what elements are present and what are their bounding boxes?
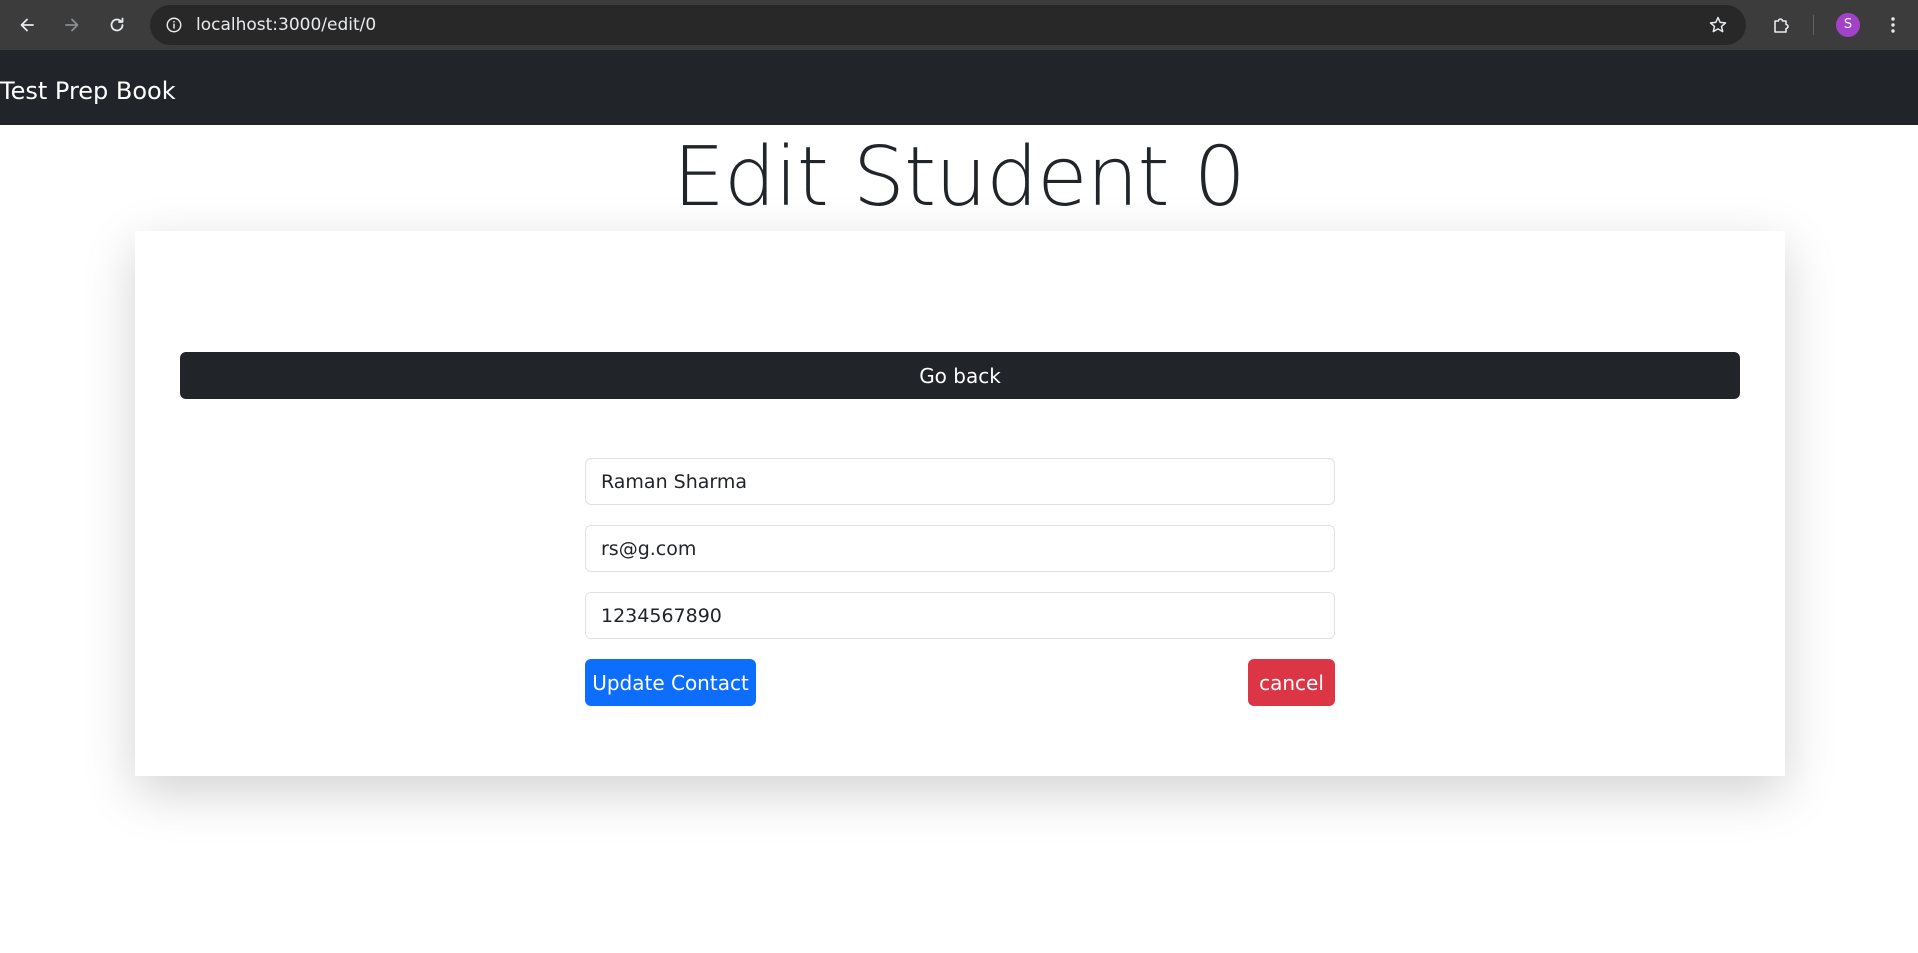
back-button[interactable] bbox=[11, 9, 43, 41]
star-icon[interactable] bbox=[1706, 13, 1730, 37]
update-contact-button[interactable]: Update Contact bbox=[585, 659, 756, 706]
edit-card: Go back Update Contact cancel bbox=[135, 231, 1785, 776]
browser-menu-button[interactable] bbox=[1877, 9, 1909, 41]
browser-toolbar: localhost:3000/edit/0 S bbox=[0, 0, 1918, 50]
form-actions: Update Contact cancel bbox=[585, 659, 1335, 706]
app-navbar: Test Prep Book bbox=[0, 50, 1918, 125]
info-icon[interactable] bbox=[162, 13, 186, 37]
url-text[interactable]: localhost:3000/edit/0 bbox=[196, 5, 376, 45]
go-back-button[interactable]: Go back bbox=[180, 352, 1740, 399]
reload-button[interactable] bbox=[101, 9, 133, 41]
arrow-left-icon bbox=[20, 18, 34, 32]
profile-button[interactable]: S bbox=[1832, 9, 1864, 41]
phone-field[interactable] bbox=[585, 592, 1335, 639]
extensions-button[interactable] bbox=[1765, 9, 1797, 41]
edit-student-form: Update Contact cancel bbox=[585, 458, 1335, 706]
toolbar-divider bbox=[1813, 15, 1814, 35]
cancel-button[interactable]: cancel bbox=[1248, 659, 1335, 706]
kebab-menu-icon bbox=[1891, 17, 1895, 33]
page-title: Edit Student 0 bbox=[673, 130, 1246, 225]
email-field[interactable] bbox=[585, 525, 1335, 572]
navbar-brand[interactable]: Test Prep Book bbox=[0, 50, 176, 125]
puzzle-icon bbox=[1774, 18, 1789, 33]
avatar: S bbox=[1836, 13, 1860, 37]
address-bar[interactable]: localhost:3000/edit/0 bbox=[150, 5, 1746, 45]
reload-icon bbox=[110, 17, 124, 32]
name-field[interactable] bbox=[585, 458, 1335, 505]
arrow-right-icon bbox=[65, 18, 79, 32]
forward-button[interactable] bbox=[56, 9, 88, 41]
